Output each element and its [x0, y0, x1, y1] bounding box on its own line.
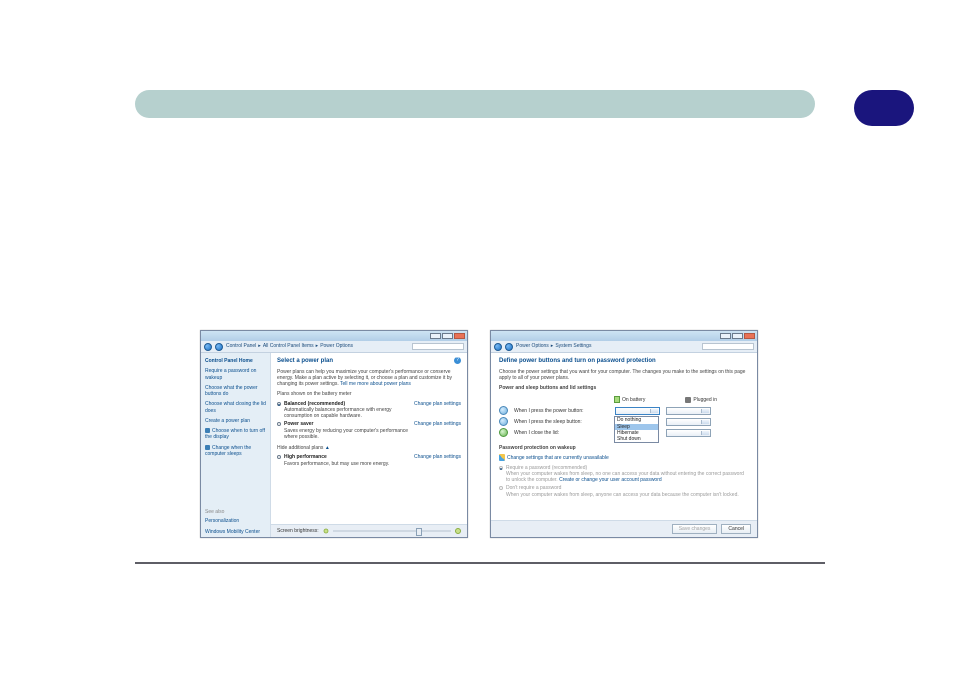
- page-description: Power plans can help you maximize your c…: [277, 369, 461, 388]
- forward-button[interactable]: [505, 343, 513, 351]
- sidebar-item-power-buttons[interactable]: Choose what the power buttons do: [205, 385, 266, 398]
- lid-icon: [499, 428, 508, 437]
- sidebar-see-also-label: See also: [205, 509, 266, 515]
- dialog-button-row: Save changes Cancel: [491, 520, 757, 537]
- radio-dont-require-pw: [499, 486, 503, 490]
- save-button[interactable]: Save changes: [672, 524, 718, 534]
- row-power-label: When I press the power button:: [514, 408, 609, 414]
- address-bar: Power Options▸System Settings: [491, 341, 757, 353]
- page-description: Choose the power settings that you want …: [499, 369, 749, 382]
- breadcrumb[interactable]: Power Options▸System Settings: [516, 343, 591, 349]
- change-settings-link[interactable]: Change settings that are currently unava…: [499, 454, 749, 461]
- sidebar-item-create-plan[interactable]: Create a power plan: [205, 418, 266, 424]
- shield-icon: [499, 454, 505, 461]
- pw-require-link[interactable]: Create or change your user account passw…: [559, 477, 662, 483]
- window-title-bar: [201, 331, 467, 341]
- page-title: Define power buttons and turn on passwor…: [499, 358, 749, 366]
- maximize-button[interactable]: [442, 333, 453, 339]
- select-power-plugged[interactable]: [666, 407, 711, 415]
- radio-high[interactable]: [277, 455, 281, 459]
- pw-require-row: Require a password (recommended) When yo…: [499, 464, 749, 485]
- column-headers: On battery Plugged in: [614, 396, 749, 403]
- sidebar-item-mobility-center[interactable]: Windows Mobility Center: [205, 529, 266, 535]
- content-pane: ? Select a power plan Power plans can he…: [271, 353, 467, 537]
- sidebar-item-display-off[interactable]: Choose when to turn off the display: [205, 428, 266, 441]
- row-sleep-label: When I press the sleep button:: [514, 419, 609, 425]
- plan-high-sub: Favors performance, but may use more ene…: [284, 461, 411, 467]
- sidebar-item-password[interactable]: Require a password on wakeup: [205, 368, 266, 381]
- page-title: Select a power plan: [277, 358, 461, 366]
- select-power-battery[interactable]: [615, 407, 660, 415]
- plan-saver-sub: Saves energy by reducing your computer's…: [284, 428, 411, 441]
- select-lid-plugged[interactable]: [666, 429, 711, 437]
- pw-dont-row: Don't require a password When your compu…: [499, 484, 749, 499]
- buttons-section-label: Power and sleep buttons and lid settings: [499, 385, 749, 391]
- sidebar-item-personalization[interactable]: Personalization: [205, 518, 266, 524]
- select-sleep-plugged[interactable]: [666, 418, 711, 426]
- plans-section-label: Plans shown on the battery meter: [277, 391, 461, 397]
- plan-high-row: High performance Favors performance, but…: [277, 453, 461, 468]
- page-number-pill: [854, 90, 914, 126]
- help-icon[interactable]: ?: [454, 357, 461, 364]
- forward-button[interactable]: [215, 343, 223, 351]
- hide-plans-toggle[interactable]: Hide additional plans ▲: [277, 445, 461, 451]
- window-system-settings: Power Options▸System Settings Define pow…: [490, 330, 758, 538]
- radio-balanced[interactable]: [277, 402, 281, 406]
- minimize-button[interactable]: [720, 333, 731, 339]
- radio-require-pw: [499, 466, 503, 470]
- brightness-row: Screen brightness:: [271, 524, 467, 537]
- brightness-label: Screen brightness:: [277, 528, 319, 534]
- sidebar: Control Panel Home Require a password on…: [201, 353, 271, 537]
- search-input[interactable]: [412, 343, 464, 350]
- pw-require-desc: When your computer wakes from sleep, no …: [506, 471, 749, 484]
- close-button[interactable]: [744, 333, 755, 339]
- plan-balanced-sub: Automatically balances performance with …: [284, 407, 411, 420]
- plan-balanced-change-link[interactable]: Change plan settings: [414, 401, 461, 407]
- sun-dim-icon: [323, 528, 328, 533]
- plan-high-change-link[interactable]: Change plan settings: [414, 454, 461, 460]
- breadcrumb[interactable]: Control Panel▸All Control Panel Items▸Po…: [226, 343, 353, 349]
- cancel-button[interactable]: Cancel: [721, 524, 751, 534]
- brightness-slider[interactable]: [333, 530, 451, 532]
- sidebar-home[interactable]: Control Panel Home: [205, 358, 266, 364]
- plug-icon: [685, 397, 691, 403]
- sidebar-item-sleep[interactable]: Change when the computer sleeps: [205, 445, 266, 458]
- plan-balanced-row: Balanced (recommended) Automatically bal…: [277, 400, 461, 421]
- row-power-button: When I press the power button:: [499, 406, 749, 415]
- dropdown-power-battery[interactable]: Do nothing Sleep Hibernate Shut down: [614, 416, 659, 443]
- plan-saver-row: Power saver Saves energy by reducing you…: [277, 420, 461, 441]
- plan-saver-change-link[interactable]: Change plan settings: [414, 421, 461, 427]
- row-lid-label: When I close the lid:: [514, 430, 609, 436]
- minimize-button[interactable]: [430, 333, 441, 339]
- window-power-options: Control Panel▸All Control Panel Items▸Po…: [200, 330, 468, 538]
- screenshot-group: Control Panel▸All Control Panel Items▸Po…: [200, 330, 758, 538]
- content-pane: Define power buttons and turn on passwor…: [491, 353, 757, 537]
- col-battery-label: On battery: [622, 397, 645, 403]
- window-title-bar: [491, 331, 757, 341]
- close-button[interactable]: [454, 333, 465, 339]
- sleep-button-icon: [499, 417, 508, 426]
- pw-dont-desc: When your computer wakes from sleep, any…: [506, 492, 749, 498]
- maximize-button[interactable]: [732, 333, 743, 339]
- radio-saver[interactable]: [277, 422, 281, 426]
- sun-bright-icon: [455, 528, 461, 534]
- back-button[interactable]: [204, 343, 212, 351]
- password-section-label: Password protection on wakeup: [499, 445, 749, 451]
- tell-more-link[interactable]: Tell me more about power plans: [340, 381, 411, 387]
- back-button[interactable]: [494, 343, 502, 351]
- battery-icon: [614, 396, 620, 403]
- col-plugged-label: Plugged in: [693, 397, 717, 403]
- dropdown-option[interactable]: Shut down: [615, 436, 658, 442]
- chevron-up-icon: ▲: [325, 445, 330, 451]
- search-input[interactable]: [702, 343, 754, 350]
- footer-divider: [135, 562, 825, 564]
- address-bar: Control Panel▸All Control Panel Items▸Po…: [201, 341, 467, 353]
- sidebar-item-lid[interactable]: Choose what closing the lid does: [205, 401, 266, 414]
- page-header-pill: [135, 90, 815, 118]
- power-button-icon: [499, 406, 508, 415]
